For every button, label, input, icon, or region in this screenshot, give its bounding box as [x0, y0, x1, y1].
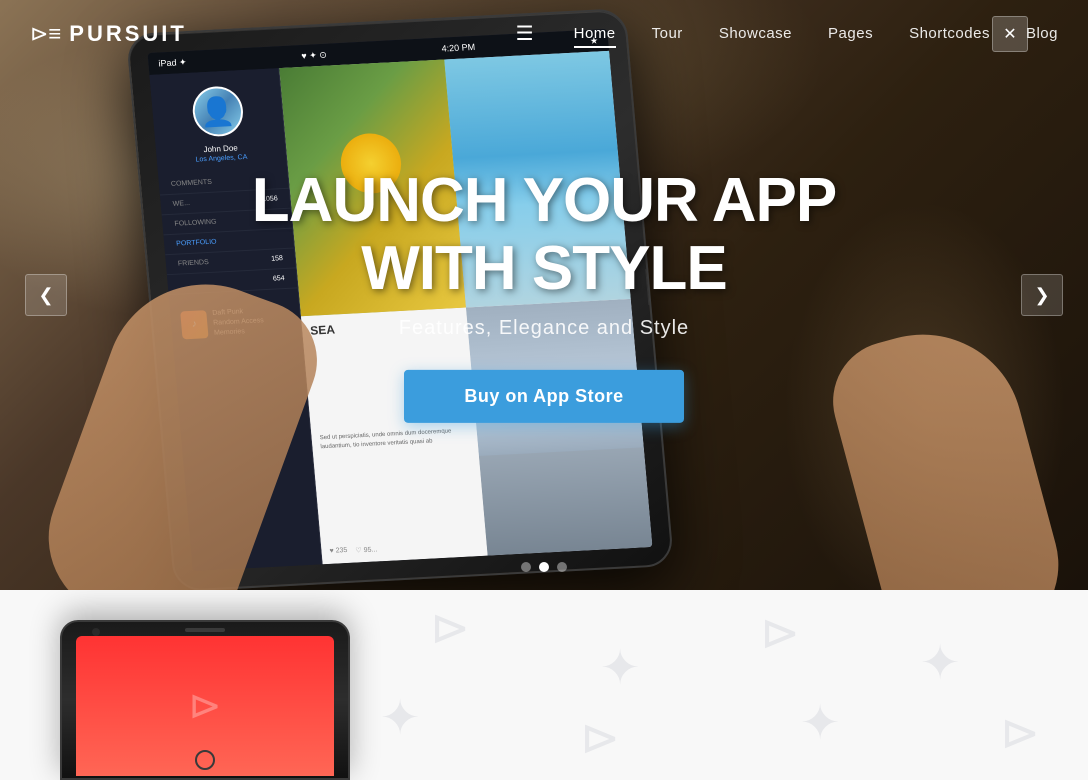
dot-3[interactable]: [557, 562, 567, 572]
wm-icon-11: ⊳: [1000, 705, 1040, 761]
app-store-button[interactable]: Buy on App Store: [404, 370, 683, 423]
below-hero-section: ⊳ ✦ ⊳ ✦ ⊳ ✦ ⊳ ✦ ⊳ ✦ ⊳ ⊳: [0, 590, 1088, 780]
nav-item-tour[interactable]: Tour: [652, 25, 683, 43]
brand-logo[interactable]: ⊳≡ PURSUIT: [30, 21, 187, 47]
nav-item-pages[interactable]: Pages: [828, 25, 873, 43]
iphone-mockup: ⊳: [60, 590, 360, 780]
hero-content: LAUNCH YOUR APP WITH STYLE Features, Ele…: [194, 167, 894, 423]
iphone-speaker: [185, 628, 225, 632]
brand-name: PURSUIT: [69, 21, 187, 47]
carousel-dots: [521, 562, 567, 572]
hero-subtitle: Features, Elegance and Style: [194, 317, 894, 340]
navbar: ⊳≡ PURSUIT ☰ Home Tour Showcase Pages Sh…: [0, 0, 1088, 67]
nav-links: Home Tour Showcase Pages Shortcodes Blog: [574, 25, 1058, 43]
arrow-left-icon: ❮: [38, 285, 53, 306]
carousel-arrow-left[interactable]: ❮: [25, 274, 67, 316]
dot-2[interactable]: [539, 562, 549, 572]
hero-title: LAUNCH YOUR APP WITH STYLE: [194, 167, 894, 303]
arrow-right-icon: ❯: [1034, 285, 1049, 306]
wm-icon-6: ✦: [920, 635, 960, 691]
carousel-arrow-right[interactable]: ❯: [1021, 274, 1063, 316]
nav-item-shortcodes[interactable]: Shortcodes: [909, 25, 990, 43]
wm-icon-8: ✦: [380, 690, 420, 746]
iphone-home-button[interactable]: [195, 750, 215, 770]
dot-1[interactable]: [521, 562, 531, 572]
brand-icon: ⊳≡: [30, 21, 61, 47]
nav-item-showcase[interactable]: Showcase: [719, 25, 792, 43]
wm-icon-4: ✦: [600, 640, 640, 696]
iphone-camera: [92, 628, 100, 636]
wm-icon-9: ⊳: [580, 710, 620, 766]
wm-icon-10: ✦: [800, 695, 840, 751]
sea-text: Sed ut perspiciatis, unde omnis dum doce…: [319, 427, 469, 452]
hamburger-icon[interactable]: ☰: [516, 21, 534, 46]
nav-item-blog[interactable]: Blog: [1026, 25, 1058, 43]
wm-icon-3: ⊳: [430, 600, 470, 656]
nav-item-home[interactable]: Home: [574, 25, 616, 43]
hero-section: iPad ✦ ♥ ✦ ⊙ 4:20 PM ★ 👤 John Doe Los An…: [0, 0, 1088, 590]
wm-icon-5: ⊳: [760, 605, 800, 661]
